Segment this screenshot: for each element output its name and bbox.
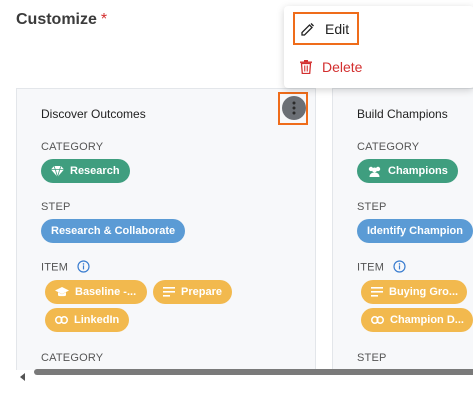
chip-label: Champion D... [390, 314, 464, 326]
category-chip-champions[interactable]: Champions [357, 159, 458, 183]
lines-icon [163, 287, 175, 297]
step-label: STEP [357, 201, 387, 213]
chip-label: Baseline -... [75, 286, 137, 298]
item-chip-prepare[interactable]: Prepare [153, 280, 232, 304]
item-chip-buying-group[interactable]: Buying Gro... [361, 280, 467, 304]
item-label-text: ITEM [41, 261, 69, 274]
horizontal-scrollbar[interactable] [16, 366, 473, 381]
users-icon [367, 166, 382, 177]
chip-label: Champions [388, 165, 448, 177]
lines-icon [371, 287, 383, 297]
delete-menu-item[interactable]: Delete [300, 59, 362, 75]
chip-label: Prepare [181, 286, 222, 298]
chip-label: LinkedIn [74, 314, 120, 326]
item-chip-baseline[interactable]: Baseline -... [45, 280, 147, 304]
pencil-icon [301, 22, 315, 36]
trash-icon [300, 60, 312, 74]
item-chip-champion-d[interactable]: Champion D... [361, 308, 473, 332]
card-discover-outcomes: Discover Outcomes CATEGORY Research STEP… [16, 88, 316, 370]
chip-label: Research [70, 165, 120, 177]
step-chip[interactable]: Identify Champion [357, 219, 473, 243]
category-label: CATEGORY [41, 141, 104, 153]
category-chip-research[interactable]: Research [41, 159, 130, 183]
item-label-text: ITEM [357, 261, 385, 274]
edit-label: Edit [325, 20, 350, 37]
item-chip-linkedin[interactable]: LinkedIn [45, 308, 130, 332]
info-icon[interactable] [77, 260, 90, 273]
diamond-icon [51, 165, 64, 177]
more-options-highlight [278, 92, 308, 125]
item-label: ITEM [357, 260, 406, 274]
chip-label: Identify Champion [367, 225, 463, 237]
scroll-left-arrow-icon[interactable] [20, 368, 26, 386]
category-label: CATEGORY [357, 141, 420, 153]
step-chip[interactable]: Research & Collaborate [41, 219, 186, 243]
next-section-label: STEP [357, 352, 387, 364]
info-icon[interactable] [393, 260, 406, 273]
chip-label: Research & Collaborate [51, 225, 176, 237]
card-title: Build Champions [357, 107, 448, 121]
link-icon [55, 316, 68, 324]
required-mark: * [100, 11, 108, 28]
edit-menu-item[interactable]: Edit [293, 12, 359, 45]
page-title: Customize * [16, 11, 107, 29]
step-label: STEP [41, 201, 71, 213]
page-title-text: Customize [16, 11, 97, 28]
next-section-label: CATEGORY [41, 352, 104, 364]
chip-label: Buying Gro... [389, 286, 459, 298]
scrollbar-thumb[interactable] [34, 369, 473, 375]
link-icon [371, 316, 384, 324]
graduation-cap-icon [55, 286, 69, 298]
card-title: Discover Outcomes [41, 107, 146, 121]
item-label: ITEM [41, 260, 90, 274]
card-options-menu: Edit Delete [284, 6, 473, 88]
delete-label: Delete [322, 59, 363, 75]
card-build-champions: Build Champions CATEGORY Champions STEP … [332, 88, 473, 370]
